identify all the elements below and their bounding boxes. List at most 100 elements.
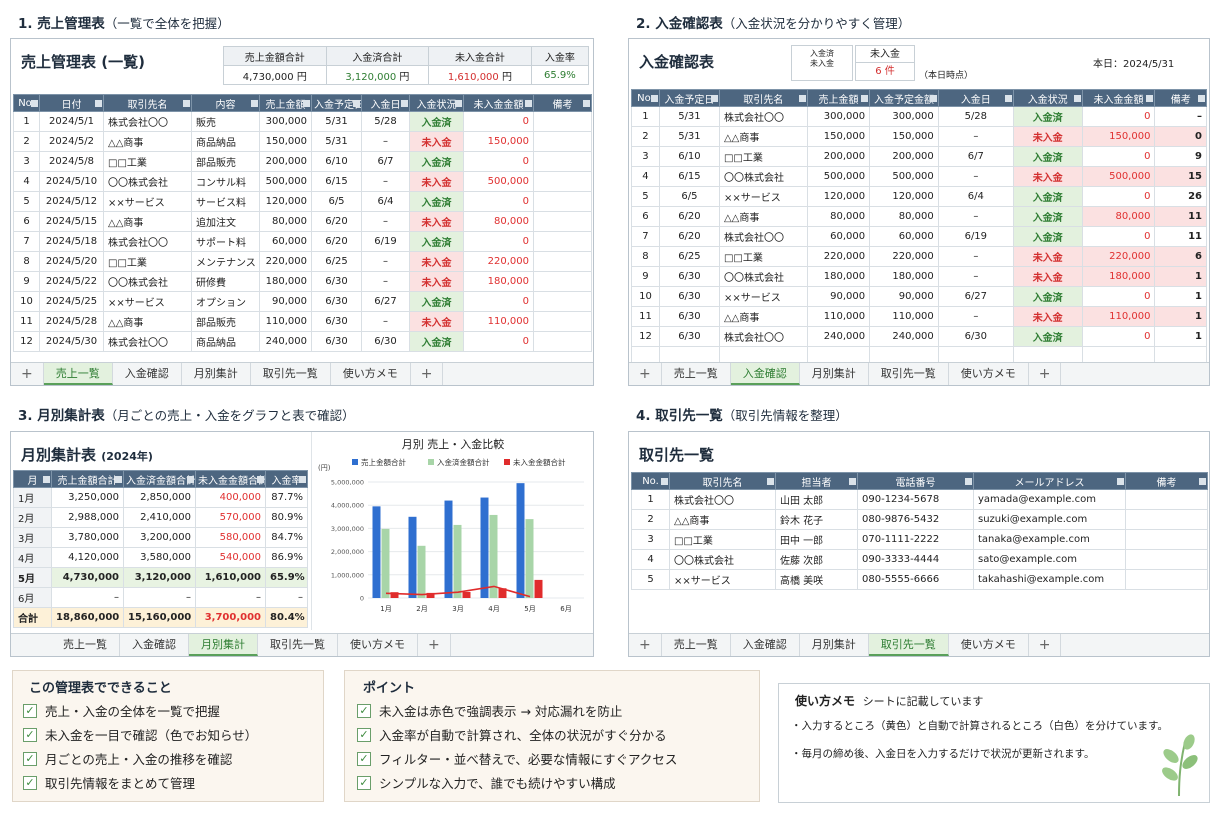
sheet-tab[interactable]: 使い方メモ xyxy=(338,634,418,656)
table-cell[interactable]: 86.9% xyxy=(265,547,308,568)
table-row[interactable]: 8 2024/5/20 □□工業 メンテナンス 220,000 6/25– 未入金 220,0… xyxy=(13,251,592,272)
column-header[interactable]: 売上金額 xyxy=(806,89,871,107)
table-cell[interactable]: 6/30 xyxy=(361,331,410,352)
table-cell[interactable]: 商品納品 xyxy=(191,331,260,352)
table-cell[interactable]: 2024/5/1 xyxy=(39,111,104,132)
table-cell[interactable]: 2024/5/22 xyxy=(39,271,104,292)
table-cell[interactable]: 0 xyxy=(463,291,534,312)
table-cell[interactable]: 090-3333-4444 xyxy=(857,549,974,570)
table-row[interactable]: 5 ××サービス 高橋 美咲 080-5555-6666 takahashi@examp… xyxy=(631,569,1208,590)
table-cell[interactable] xyxy=(533,251,592,272)
table-cell[interactable]: 6/15 xyxy=(658,166,720,187)
table-cell[interactable]: 150,000 xyxy=(259,131,312,152)
table-cell[interactable]: 200,000 xyxy=(869,146,939,167)
filter-dropdown-icon[interactable] xyxy=(650,95,658,102)
table-cell[interactable]: 150,000 xyxy=(869,126,939,147)
table-cell[interactable]: – xyxy=(937,166,1014,187)
table-cell[interactable] xyxy=(1125,489,1208,510)
add-sheet-button[interactable]: + xyxy=(629,634,662,656)
table-cell[interactable]: 6/4 xyxy=(361,191,410,212)
table-cell[interactable]: 入金済 xyxy=(409,111,464,132)
table-cell[interactable]: 6/25 xyxy=(658,246,720,267)
table-cell[interactable]: – xyxy=(361,311,410,332)
table-cell[interactable]: 〇〇株式会社 xyxy=(718,166,808,187)
table-cell[interactable]: 1月 xyxy=(13,487,52,508)
table-cell[interactable]: 080-9876-5432 xyxy=(857,509,974,530)
column-header[interactable]: 取引先名 xyxy=(103,94,192,112)
table-cell[interactable]: 180,000 xyxy=(259,271,312,292)
filter-dropdown-icon[interactable] xyxy=(1073,95,1081,102)
table-cell[interactable]: 1 xyxy=(1154,266,1207,287)
column-header[interactable]: 備考 xyxy=(533,94,592,112)
filter-dropdown-icon[interactable] xyxy=(95,100,102,107)
table-cell[interactable]: 120,000 xyxy=(259,191,312,212)
filter-dropdown-icon[interactable] xyxy=(257,476,264,483)
table-cell[interactable]: 5/31 xyxy=(311,111,362,132)
table-row[interactable]: 6 6/20 △△商事 80,000 80,000– 入金済 80,000 11 xyxy=(631,206,1207,227)
column-header[interactable]: 日付 xyxy=(39,94,104,112)
column-header[interactable]: 電話番号 xyxy=(857,472,974,490)
table-cell[interactable]: 0 xyxy=(1081,226,1156,247)
table-cell[interactable]: 220,000 xyxy=(806,246,871,267)
table-cell[interactable]: 80,000 xyxy=(1081,206,1156,227)
table-cell[interactable]: サポート料 xyxy=(191,231,260,252)
table-cell[interactable]: 120,000 xyxy=(806,186,871,207)
table-cell[interactable]: 180,000 xyxy=(1081,266,1156,287)
table-cell[interactable]: メンテナンス xyxy=(191,251,260,272)
table-row[interactable]: 11 6/30 △△商事 110,000 110,000– 未入金 110,000 1 xyxy=(631,306,1207,327)
table-cell[interactable]: 110,000 xyxy=(869,306,939,327)
sheet-tab[interactable]: 入金確認 xyxy=(120,634,189,656)
table-cell[interactable]: 15 xyxy=(1154,166,1207,187)
table-cell[interactable]: 90,000 xyxy=(806,286,871,307)
table-cell[interactable]: 080-5555-6666 xyxy=(857,569,974,590)
table-cell[interactable]: 6/10 xyxy=(311,151,362,172)
sheet-tab[interactable]: 取引先一覧 xyxy=(869,363,949,385)
table-cell[interactable]: 2月 xyxy=(13,507,52,528)
column-header[interactable]: 入金状況 xyxy=(409,94,464,112)
table-cell[interactable]: 6/10 xyxy=(658,146,720,167)
add-sheet-button[interactable]: + xyxy=(418,634,451,656)
table-cell[interactable]: tanaka@example.com xyxy=(973,529,1126,550)
table-cell[interactable]: 商品納品 xyxy=(191,131,260,152)
sheet-tab[interactable]: 取引先一覧 xyxy=(251,363,331,385)
table-cell[interactable]: yamada@example.com xyxy=(973,489,1126,510)
table-cell[interactable]: 220,000 xyxy=(259,251,312,272)
table-cell[interactable]: 150,000 xyxy=(463,131,534,152)
table-cell[interactable]: 150,000 xyxy=(806,126,871,147)
table-cell[interactable]: 入金済 xyxy=(409,291,464,312)
table-row[interactable]: 1 5/31 株式会社〇〇 300,000 300,000 5/28 入金済 0– xyxy=(631,106,1207,127)
table-cell[interactable]: 入金済 xyxy=(1012,106,1083,127)
column-header[interactable]: 未入金金額 xyxy=(463,94,534,112)
sheet-tab[interactable]: 売上一覧 xyxy=(51,634,120,656)
table-cell[interactable]: 12 xyxy=(631,326,660,347)
table-cell[interactable]: 80,000 xyxy=(463,211,534,232)
table-cell[interactable]: 0 xyxy=(1081,106,1156,127)
table-cell[interactable]: 180,000 xyxy=(806,266,871,287)
table-cell[interactable]: 7 xyxy=(13,231,40,252)
table-cell[interactable]: 200,000 xyxy=(806,146,871,167)
table-cell[interactable]: 26 xyxy=(1154,186,1207,207)
table-cell[interactable]: 5 xyxy=(13,191,40,212)
table-cell[interactable]: 株式会社〇〇 xyxy=(103,231,192,252)
table-cell[interactable]: 0 xyxy=(1154,126,1207,147)
table-row[interactable]: 3 2024/5/8 □□工業 部品販売 200,000 6/10 6/7 入金済 0 xyxy=(13,151,592,172)
table-cell[interactable]: サービス料 xyxy=(191,191,260,212)
table-row[interactable]: 7 2024/5/18 株式会社〇〇 サポート料 60,000 6/20 6/19 入金済 0 xyxy=(13,231,592,252)
table-cell[interactable]: 3,250,000 xyxy=(51,487,124,508)
table-cell[interactable]: 6/7 xyxy=(361,151,410,172)
table-cell[interactable]: – xyxy=(361,171,410,192)
table-cell[interactable]: – xyxy=(361,131,410,152)
table-row[interactable]: 2 △△商事 鈴木 花子 080-9876-5432 suzuki@example.co… xyxy=(631,509,1208,530)
table-cell[interactable]: 未入金 xyxy=(409,311,464,332)
table-cell[interactable]: 500,000 xyxy=(259,171,312,192)
table-cell[interactable]: 研修費 xyxy=(191,271,260,292)
table-cell[interactable]: 6 xyxy=(631,206,660,227)
table-row[interactable]: 11 2024/5/28 △△商事 部品販売 110,000 6/30– 未入金 110,00… xyxy=(13,311,592,332)
add-sheet-button[interactable]: + xyxy=(1029,363,1062,385)
table-cell[interactable]: 2024/5/12 xyxy=(39,191,104,212)
table-cell[interactable]: △△商事 xyxy=(669,509,776,530)
table-cell[interactable]: 0 xyxy=(1081,286,1156,307)
table-cell[interactable]: 240,000 xyxy=(869,326,939,347)
table-cell[interactable]: 1 xyxy=(13,111,40,132)
table-row[interactable]: 4月 4,120,000 3,580,000 540,000 86.9% xyxy=(13,547,308,568)
